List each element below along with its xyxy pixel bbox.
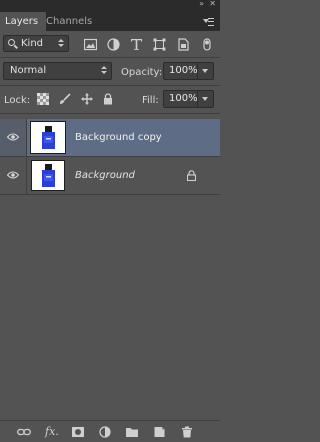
- up-down-arrows-icon: [58, 39, 64, 48]
- lock-label: Lock:: [4, 95, 31, 106]
- layers-bottom-toolbar: fx.: [0, 420, 220, 442]
- adjustment-layer-filter-icon[interactable]: [107, 38, 120, 51]
- pixel-layer-filter-icon[interactable]: [84, 38, 97, 51]
- panel-top-strip: » ✕: [0, 0, 220, 9]
- layer-filter-bar: Kind: [0, 31, 220, 58]
- fill-field[interactable]: 100%: [163, 90, 214, 108]
- new-layer-icon[interactable]: [152, 426, 166, 438]
- new-group-icon[interactable]: [125, 426, 139, 438]
- blend-options-row: Normal Opacity: 100%: [0, 58, 220, 86]
- lock-position-icon[interactable]: [81, 93, 93, 105]
- filter-toggle-icon[interactable]: [203, 38, 211, 51]
- blend-mode-select[interactable]: Normal: [3, 62, 112, 80]
- layer-thumbnail[interactable]: [30, 121, 66, 154]
- opacity-label: Opacity:: [121, 67, 163, 78]
- tab-channels[interactable]: Channels: [41, 12, 97, 31]
- opacity-value: 100%: [169, 65, 198, 76]
- link-layers-icon[interactable]: [17, 426, 31, 438]
- layer-name[interactable]: Background copy: [75, 132, 162, 143]
- visibility-eye-icon[interactable]: [7, 133, 19, 141]
- blend-mode-value: Normal: [10, 65, 47, 76]
- tab-layers[interactable]: Layers: [0, 12, 46, 31]
- filter-kind-select[interactable]: Kind: [3, 35, 69, 52]
- up-down-arrows-icon: [101, 66, 107, 75]
- panel-tab-bar: Layers Channels: [0, 9, 220, 31]
- add-mask-icon[interactable]: [71, 426, 85, 438]
- lock-transparent-pixels-icon[interactable]: [37, 93, 49, 105]
- row-divider: [26, 157, 27, 194]
- lock-options-row: Lock: Fill: 100%: [0, 86, 220, 114]
- shape-layer-filter-icon[interactable]: [153, 38, 166, 51]
- layer-row-background-copy[interactable]: Background copy: [0, 119, 220, 157]
- blue-bottle-thumbnail-icon: [42, 126, 55, 149]
- search-icon: [8, 39, 15, 46]
- filter-kind-label: Kind: [21, 38, 44, 49]
- adjustment-layer-icon[interactable]: [98, 426, 112, 438]
- layer-thumbnail[interactable]: [31, 160, 65, 191]
- close-panel-icon[interactable]: ✕: [209, 0, 216, 8]
- layer-name[interactable]: Background: [75, 170, 135, 181]
- fill-label: Fill:: [142, 95, 159, 106]
- chevron-down-icon[interactable]: [197, 91, 213, 107]
- layer-style-icon[interactable]: fx.: [45, 425, 59, 438]
- delete-layer-icon[interactable]: [180, 426, 194, 438]
- layer-lock-icon[interactable]: [187, 170, 196, 181]
- fill-value: 100%: [169, 93, 198, 104]
- type-layer-filter-icon[interactable]: [130, 38, 143, 51]
- collapse-panel-icon[interactable]: »: [199, 0, 204, 8]
- blue-bottle-thumbnail-icon: [42, 164, 55, 187]
- visibility-eye-icon[interactable]: [7, 171, 19, 179]
- lock-image-pixels-icon[interactable]: [59, 93, 71, 105]
- smart-object-filter-icon[interactable]: [177, 38, 190, 51]
- panel-menu-icon[interactable]: [203, 17, 214, 27]
- layer-row-background[interactable]: Background: [0, 157, 220, 195]
- opacity-field[interactable]: 100%: [163, 62, 214, 80]
- chevron-down-icon[interactable]: [197, 63, 213, 79]
- lock-all-icon[interactable]: [103, 93, 113, 105]
